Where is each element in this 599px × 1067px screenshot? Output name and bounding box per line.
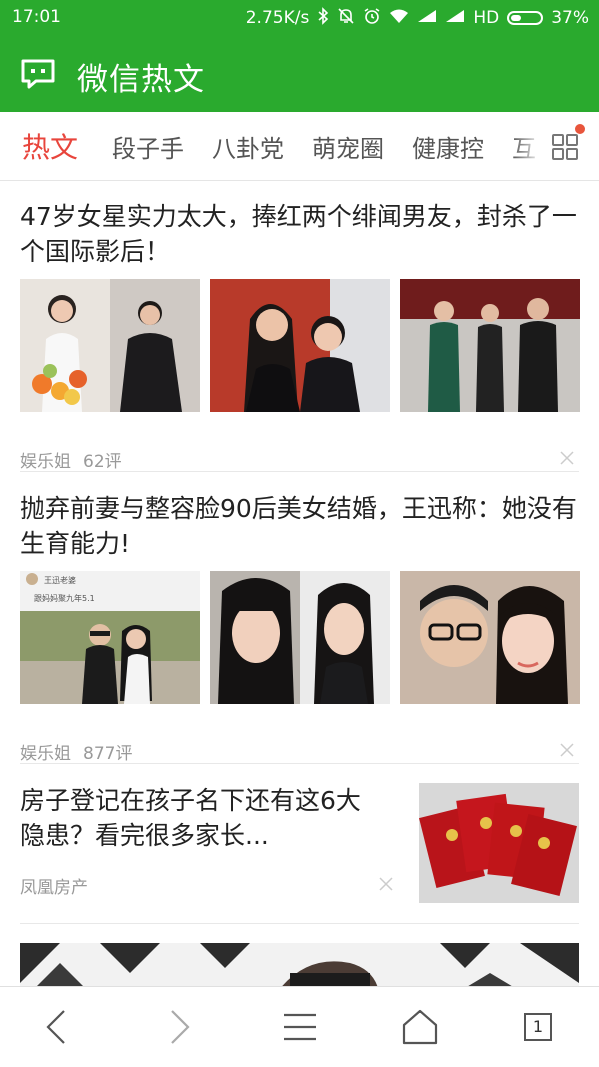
tabs-icon: 1: [524, 1013, 552, 1041]
network-type: HD: [473, 8, 500, 28]
article-meta: 凤凰房产: [20, 873, 100, 898]
article-thumbnail[interactable]: 王迅老婆 跟妈妈聚九年5.1: [20, 571, 200, 704]
article-card[interactable]: [20, 943, 579, 986]
alarm-icon: [363, 7, 381, 29]
battery-percent: 37%: [551, 8, 589, 28]
article-source: 凤凰房产: [20, 878, 88, 898]
divider: [20, 763, 579, 764]
comment-count: 62评: [83, 452, 122, 472]
signal-icon: [445, 9, 465, 27]
article-thumbnail[interactable]: [400, 279, 580, 412]
article-thumbnail[interactable]: [210, 571, 390, 704]
comment-count: 877评: [83, 744, 133, 764]
article-source: 娱乐姐: [20, 744, 71, 764]
tab-pets[interactable]: 萌宠圈: [312, 129, 384, 164]
divider: [20, 923, 579, 924]
article-thumbnail[interactable]: [20, 943, 579, 986]
article-card[interactable]: 47岁女星实力太大，捧红两个绯闻男友，封杀了一个国际影后！ 娱乐姐 62评: [20, 199, 580, 472]
app-title: 微信热文: [77, 62, 205, 98]
category-tabs: 热文 段子手 八卦党 萌宠圈 健康控 互: [0, 112, 599, 181]
chat-bubble-icon: [20, 58, 56, 90]
close-icon[interactable]: [378, 876, 394, 892]
mute-icon: [337, 7, 355, 29]
article-thumbnail[interactable]: [210, 279, 390, 412]
article-thumbnail[interactable]: [400, 571, 580, 704]
status-time: 17:01: [12, 7, 61, 27]
menu-icon[interactable]: [278, 1005, 322, 1049]
forward-icon[interactable]: [156, 1005, 200, 1049]
category-grid-button[interactable]: [545, 112, 599, 180]
back-icon[interactable]: [36, 1005, 80, 1049]
article-title[interactable]: 抛弃前妻与整容脸90后美女结婚，王迅称：她没有生育能力!: [20, 491, 579, 561]
article-card[interactable]: 抛弃前妻与整容脸90后美女结婚，王迅称：她没有生育能力! 王迅老婆 跟妈妈聚九年…: [20, 491, 580, 764]
close-icon[interactable]: [559, 742, 575, 758]
network-speed: 2.75K/s: [245, 8, 310, 28]
bluetooth-icon: [317, 7, 329, 29]
wifi-icon: [389, 8, 409, 28]
divider: [20, 471, 579, 472]
thumb-caption: 跟妈妈聚九年5.1: [34, 593, 95, 603]
tab-gossip[interactable]: 八卦党: [212, 129, 284, 164]
tab-fade: [512, 112, 542, 180]
tab-jokes[interactable]: 段子手: [112, 129, 184, 164]
notification-dot: [575, 124, 585, 134]
article-thumbnails: 王迅老婆 跟妈妈聚九年5.1: [20, 571, 580, 704]
status-bar: 17:01 2.75K/s HD 37%: [0, 0, 599, 36]
article-card[interactable]: 房子登记在孩子名下还有这6大隐患？看完很多家长... 凤凰房产: [20, 783, 579, 905]
signal-icon: [417, 9, 437, 27]
close-icon[interactable]: [559, 450, 575, 466]
article-thumbnails: [20, 279, 580, 412]
article-title[interactable]: 房子登记在孩子名下还有这6大隐患？看完很多家长...: [20, 783, 370, 853]
thumb-caption: 王迅老婆: [44, 575, 76, 585]
tab-health[interactable]: 健康控: [412, 129, 484, 164]
article-title[interactable]: 47岁女星实力太大，捧红两个绯闻男友，封杀了一个国际影后！: [20, 199, 579, 269]
tabs-button[interactable]: 1: [516, 1005, 560, 1049]
bottom-nav: 1: [0, 986, 599, 1067]
article-thumbnail[interactable]: [419, 783, 579, 903]
article-thumbnail[interactable]: [20, 279, 200, 412]
article-feed[interactable]: 47岁女星实力太大，捧红两个绯闻男友，封杀了一个国际影后！ 娱乐姐 62评 抛弃…: [0, 181, 599, 986]
battery-fill: [511, 15, 522, 21]
article-meta: 娱乐姐 877评: [20, 739, 144, 764]
status-icons: 2.75K/s HD 37%: [246, 7, 589, 29]
article-source: 娱乐姐: [20, 452, 71, 472]
tab-hot[interactable]: 热文: [22, 126, 78, 166]
app-bar: 微信热文: [0, 36, 599, 112]
battery-icon: [507, 11, 544, 25]
article-meta: 娱乐姐 62评: [20, 447, 134, 472]
home-icon[interactable]: [398, 1005, 442, 1049]
